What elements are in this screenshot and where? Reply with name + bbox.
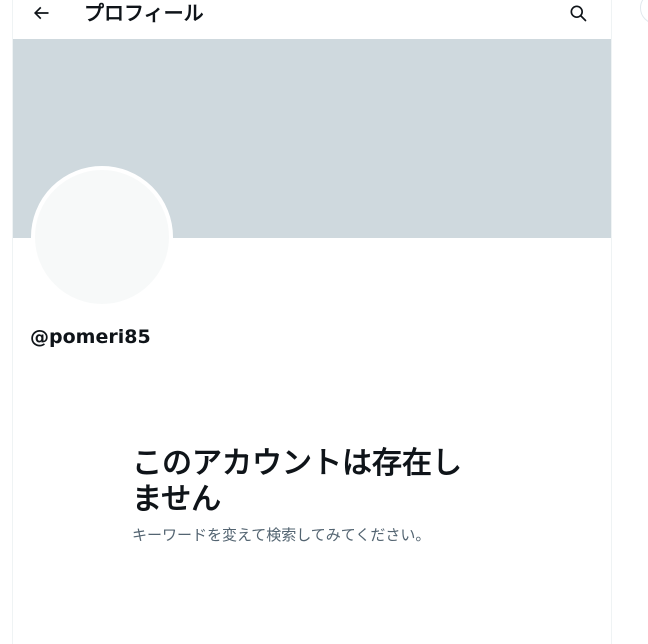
back-button[interactable] xyxy=(24,0,58,32)
profile-handle: @pomeri85 xyxy=(30,326,151,348)
empty-state-subtitle: キーワードを変えて検索してみてください。 xyxy=(132,526,431,544)
arrow-left-icon xyxy=(31,3,51,27)
page-title: プロフィール xyxy=(84,1,204,25)
empty-state-title: このアカウントは存在しません xyxy=(132,446,462,517)
sidebar-edge-control[interactable] xyxy=(640,0,648,24)
top-bar: プロフィール xyxy=(13,0,611,39)
search-icon xyxy=(568,3,588,27)
avatar xyxy=(31,166,173,308)
profile-column: プロフィール @pomeri85 このアカウントは存在しません キーワードを変え… xyxy=(12,0,612,644)
page: プロフィール @pomeri85 このアカウントは存在しません キーワードを変え… xyxy=(0,0,648,644)
search-button[interactable] xyxy=(561,0,595,32)
